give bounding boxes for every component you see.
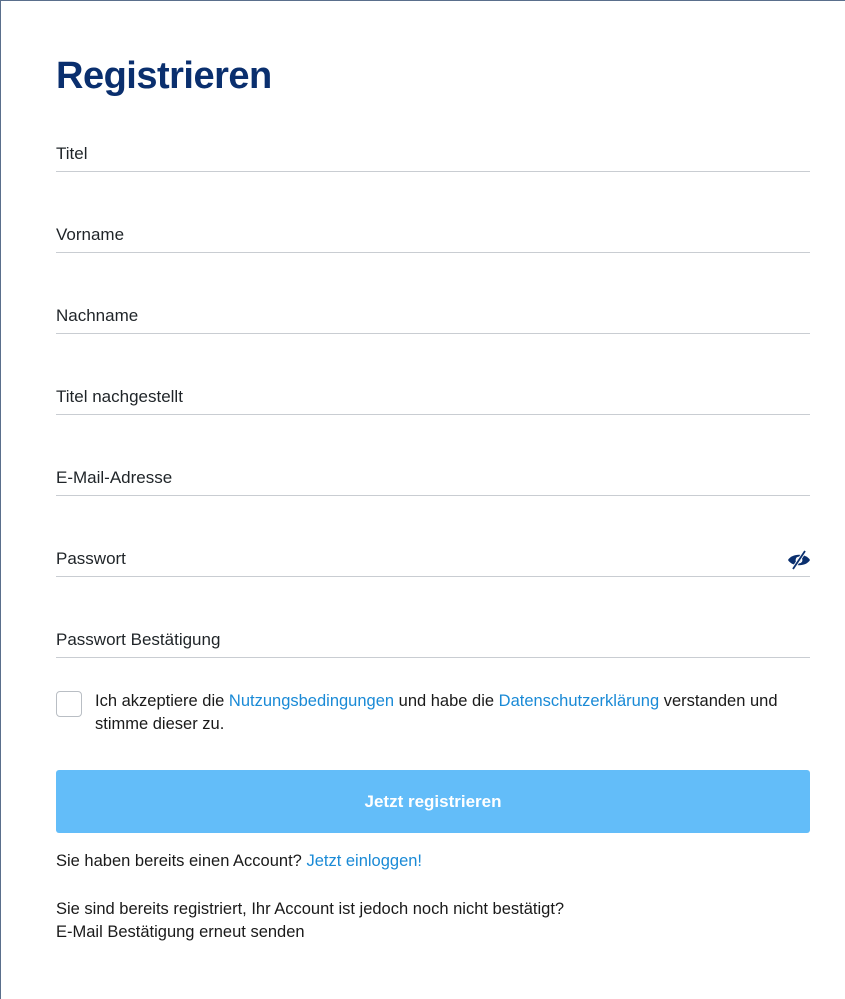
- title-input[interactable]: [56, 136, 810, 171]
- password-input[interactable]: [56, 541, 776, 576]
- login-prompt-text: Sie haben bereits einen Account?: [56, 852, 307, 870]
- privacy-link[interactable]: Datenschutzerklärung: [499, 692, 660, 710]
- register-button[interactable]: Jetzt registrieren: [56, 770, 810, 833]
- eye-slash-icon[interactable]: [786, 549, 812, 571]
- consent-row: Ich akzeptiere die Nutzungsbedingungen u…: [56, 690, 816, 736]
- consent-text-part-2: und habe die: [394, 692, 499, 710]
- title-suffix-input[interactable]: [56, 379, 810, 414]
- last-name-field-wrapper: [56, 298, 810, 334]
- page-title: Registrieren: [56, 55, 272, 97]
- last-name-input[interactable]: [56, 298, 810, 333]
- login-link[interactable]: Jetzt einloggen!: [306, 852, 422, 870]
- consent-text: Ich akzeptiere die Nutzungsbedingungen u…: [95, 690, 816, 736]
- title-field-wrapper: [56, 136, 810, 172]
- email-input[interactable]: [56, 460, 810, 495]
- first-name-field-wrapper: [56, 217, 810, 253]
- password-confirm-input[interactable]: [56, 622, 810, 657]
- password-confirm-field-wrapper: [56, 622, 810, 658]
- login-prompt: Sie haben bereits einen Account? Jetzt e…: [56, 850, 422, 873]
- first-name-input[interactable]: [56, 217, 810, 252]
- terms-link[interactable]: Nutzungsbedingungen: [229, 692, 394, 710]
- consent-text-part-1: Ich akzeptiere die: [95, 692, 229, 710]
- confirm-prompt-text: Sie sind bereits registriert, Ihr Accoun…: [56, 900, 565, 918]
- resend-confirmation-link[interactable]: E-Mail Bestätigung erneut senden: [56, 921, 305, 944]
- password-field-wrapper: [56, 541, 810, 577]
- title-suffix-field-wrapper: [56, 379, 810, 415]
- consent-checkbox[interactable]: [56, 691, 82, 717]
- email-field-wrapper: [56, 460, 810, 496]
- registration-panel: Registrieren Ich akzeptiere die Nu: [0, 0, 845, 999]
